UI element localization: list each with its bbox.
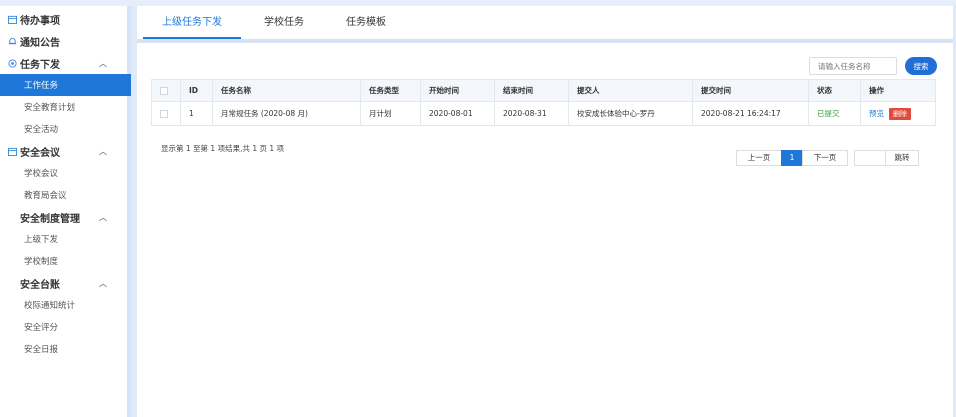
tab-task-template[interactable]: 任务模板 xyxy=(335,6,397,39)
row-checkbox[interactable] xyxy=(160,110,168,118)
sidebar-item-safety-edu-plan[interactable]: 安全教育计划 xyxy=(0,96,131,118)
column-header: 开始时间 xyxy=(420,79,495,102)
table-header-row: ID 任务名称 任务类型 开始时间 结束时间 提交人 提交时间 状态 操作 xyxy=(151,79,936,102)
calendar-icon xyxy=(7,14,17,24)
jump-button[interactable]: 跳转 xyxy=(885,150,919,166)
row-select-cell[interactable] xyxy=(151,101,181,126)
task-table: ID 任务名称 任务类型 开始时间 结束时间 提交人 提交时间 状态 操作 1 … xyxy=(151,79,936,126)
preview-link[interactable]: 预览 xyxy=(869,109,884,118)
sidebar-item-safety-daily[interactable]: 安全日报 xyxy=(0,338,131,360)
search-input[interactable] xyxy=(809,57,897,75)
sidebar-item-notice-stats[interactable]: 校际通知统计 xyxy=(0,294,131,316)
select-all-checkbox[interactable] xyxy=(160,87,168,95)
delete-button[interactable]: 删除 xyxy=(889,107,911,120)
pagination-summary: 显示第 1 至第 1 项结果,共 1 页 1 项 xyxy=(161,144,285,153)
sidebar-item-safety-rules[interactable]: 安全制度管理 ︿ xyxy=(0,206,131,228)
sidebar-item-label: 待办事项 xyxy=(20,15,60,27)
table-row: 1 月常规任务 (2020-08 月) 月计划 2020-08-01 2020-… xyxy=(151,101,936,126)
cell-actions: 预览 删除 xyxy=(860,101,936,126)
sidebar-item-safety-meeting[interactable]: 安全会议 ︿ xyxy=(0,140,131,162)
blank-icon xyxy=(7,278,17,288)
pagination: 上一页 1 下一页 跳转 xyxy=(736,150,919,166)
column-header: 结束时间 xyxy=(494,79,569,102)
column-header: 操作 xyxy=(860,79,936,102)
sidebar-item-bureau-meeting[interactable]: 教育局会议 xyxy=(0,184,131,206)
jump-page-input[interactable] xyxy=(854,150,886,166)
sidebar-item-school-rules[interactable]: 学校制度 xyxy=(0,250,131,272)
status-badge: 已提交 xyxy=(808,101,861,126)
chevron-up-icon: ︿ xyxy=(99,58,107,68)
calendar-icon xyxy=(7,146,17,156)
sidebar-item-safety-activity[interactable]: 安全活动 xyxy=(0,118,131,140)
cell-task-name: 月常规任务 (2020-08 月) xyxy=(212,101,361,126)
column-header: ID xyxy=(180,79,213,102)
main-panel: 上级任务下发 学校任务 任务模板 搜索 ID 任务名称 任务类型 开始时间 结束… xyxy=(137,6,953,417)
page-number-button[interactable]: 1 xyxy=(781,150,803,166)
bell-icon xyxy=(7,36,17,46)
search-button[interactable]: 搜索 xyxy=(905,57,937,75)
sidebar: 待办事项 通知公告 任务下发 ︿ 工作任务 安全教育计划 安全活动 安全会议 ︿… xyxy=(0,6,131,417)
sidebar-item-label: 安全会议 xyxy=(20,147,60,159)
next-page-button[interactable]: 下一页 xyxy=(802,150,848,166)
blank-icon xyxy=(7,212,17,222)
cell-end-date: 2020-08-31 xyxy=(494,101,569,126)
sidebar-item-label: 安全台账 xyxy=(20,279,60,291)
column-header: 任务类型 xyxy=(360,79,421,102)
column-header: 提交人 xyxy=(568,79,693,102)
sidebar-item-safety-score[interactable]: 安全评分 xyxy=(0,316,131,338)
tab-bar: 上级任务下发 学校任务 任务模板 xyxy=(137,6,953,43)
tab-upper-task-dispatch[interactable]: 上级任务下发 xyxy=(143,6,241,39)
column-header: 提交时间 xyxy=(692,79,809,102)
cell-submit-time: 2020-08-21 16:24:17 xyxy=(692,101,809,126)
sidebar-item-label: 安全制度管理 xyxy=(20,213,80,225)
tab-school-task[interactable]: 学校任务 xyxy=(253,6,315,39)
target-icon xyxy=(7,58,17,68)
column-header: 任务名称 xyxy=(212,79,361,102)
sidebar-item-work-task[interactable]: 工作任务 xyxy=(0,74,131,96)
column-header: 状态 xyxy=(808,79,861,102)
sidebar-item-label: 任务下发 xyxy=(20,59,60,71)
sidebar-item-notice[interactable]: 通知公告 xyxy=(0,30,131,52)
sidebar-item-task-dispatch[interactable]: 任务下发 ︿ xyxy=(0,52,131,74)
prev-page-button[interactable]: 上一页 xyxy=(736,150,782,166)
cell-start-date: 2020-08-01 xyxy=(420,101,495,126)
sidebar-item-todo[interactable]: 待办事项 xyxy=(0,8,131,30)
sidebar-item-label: 通知公告 xyxy=(20,37,60,49)
cell-id: 1 xyxy=(180,101,213,126)
cell-submitter: 校安成长体验中心-罗丹 xyxy=(568,101,693,126)
sidebar-item-school-meeting[interactable]: 学校会议 xyxy=(0,162,131,184)
chevron-up-icon: ︿ xyxy=(99,212,107,222)
cell-task-type: 月计划 xyxy=(360,101,421,126)
header-select-all[interactable] xyxy=(151,79,181,102)
chevron-up-icon: ︿ xyxy=(99,146,107,156)
sidebar-item-safety-ledger[interactable]: 安全台账 ︿ xyxy=(0,272,131,294)
sidebar-item-upper-issued[interactable]: 上级下发 xyxy=(0,228,131,250)
chevron-up-icon: ︿ xyxy=(99,278,107,288)
